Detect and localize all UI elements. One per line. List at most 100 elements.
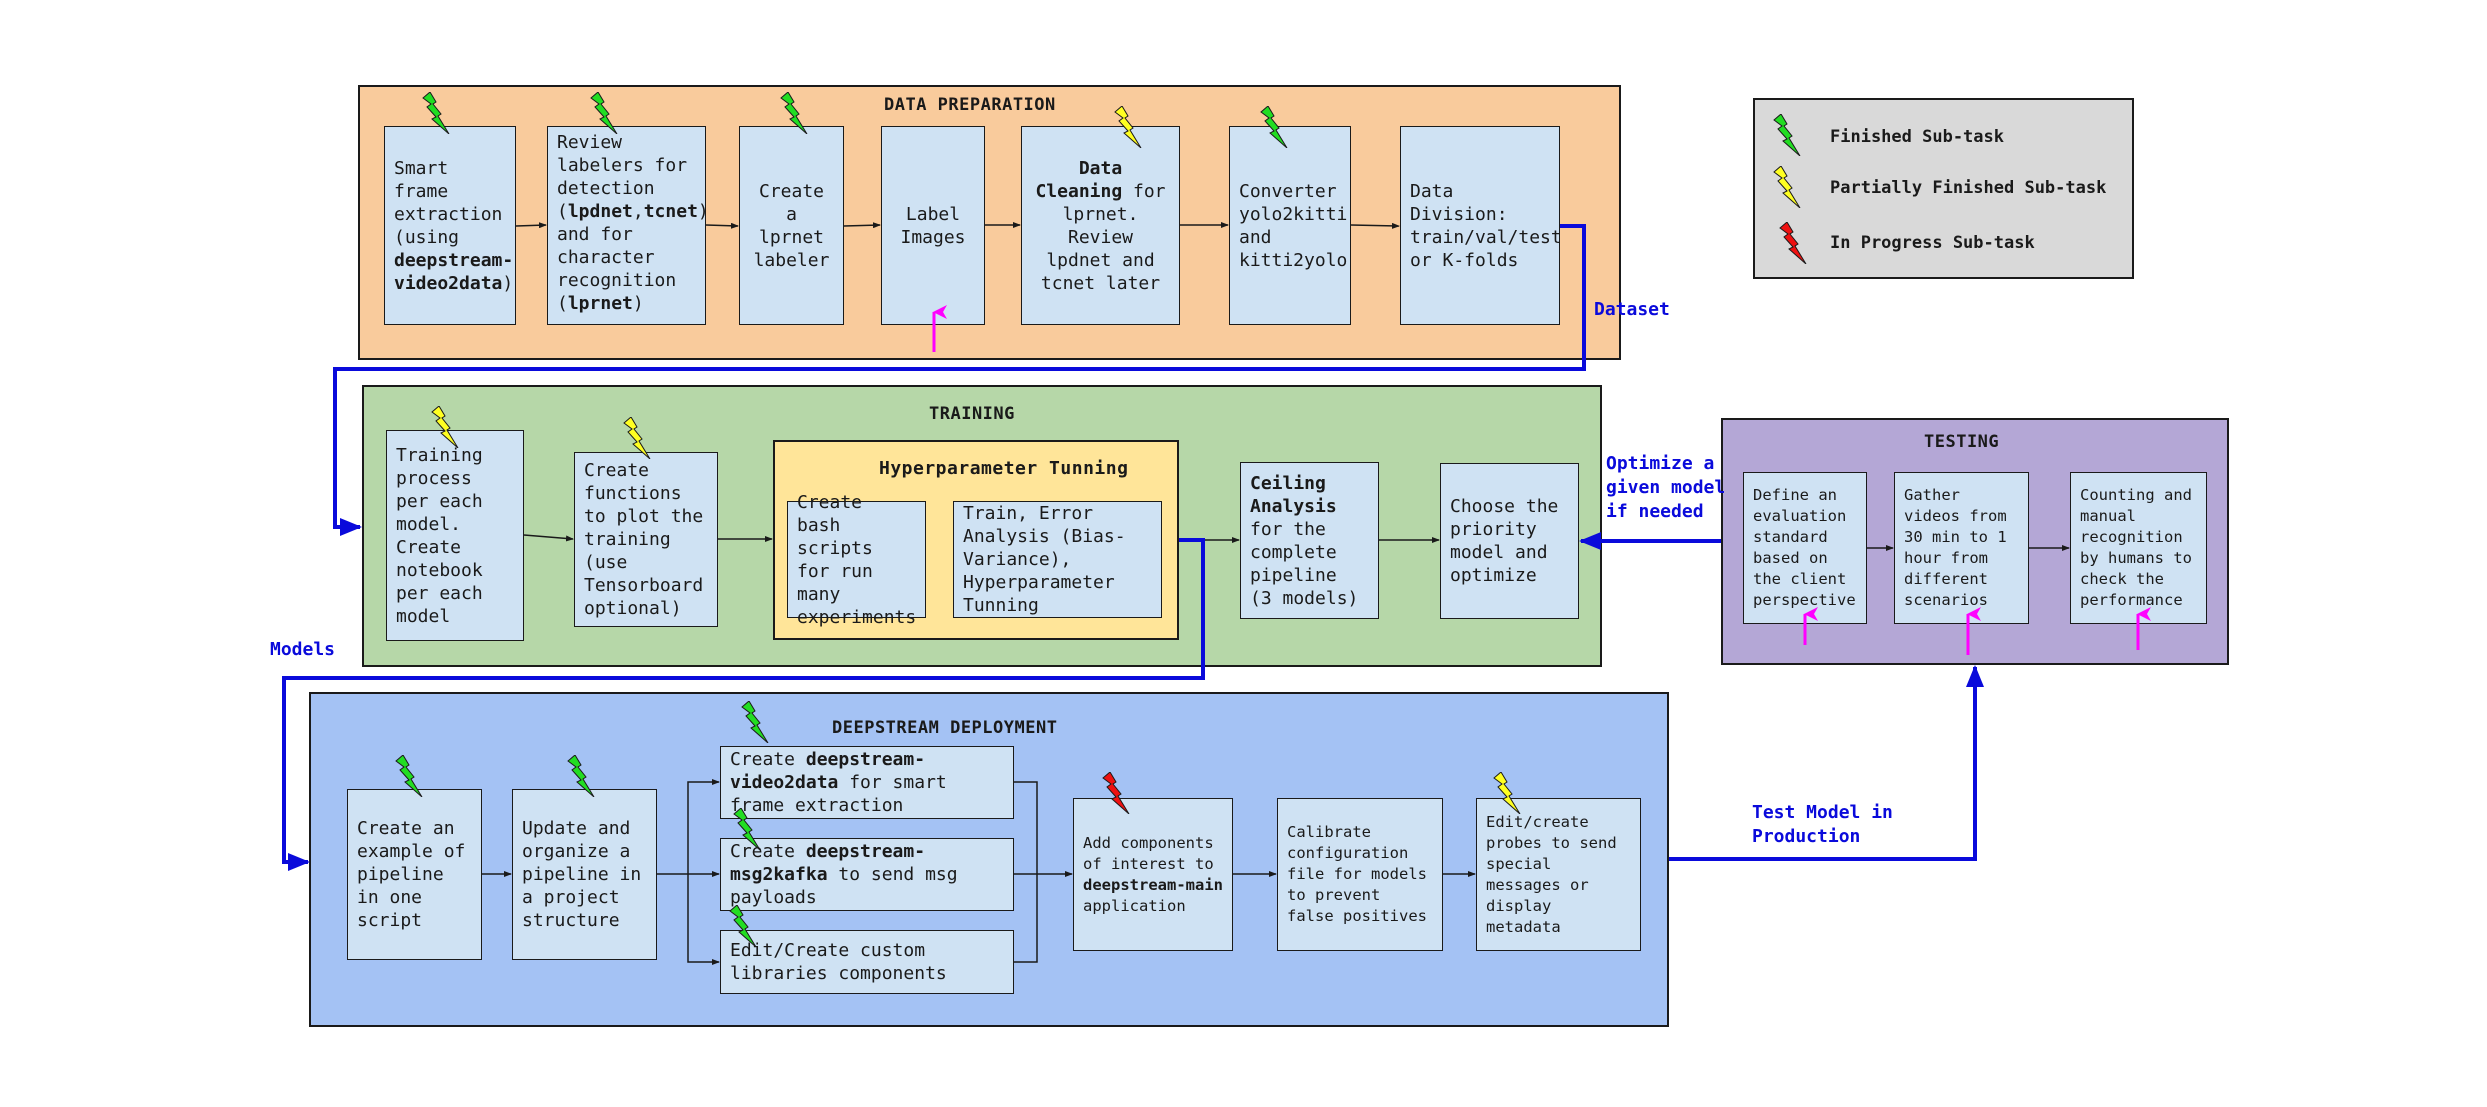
task-label-images[interactable]: Label Images [881,126,985,325]
task-plot-functions[interactable]: Create functions to plot the training (u… [574,452,718,627]
task-train-error-analysis[interactable]: Train, Error Analysis (Bias-Variance), H… [953,501,1162,618]
task-video2data[interactable]: Create deepstream-video2data for smart f… [720,746,1014,819]
red-lightning-icon [1101,771,1131,815]
task-text: Smart frame extraction (using deepstream… [394,157,513,295]
green-lightning-icon [779,91,809,135]
task-text: Create deepstream-video2data for smart f… [730,748,1004,817]
task-bash-scripts[interactable]: Create bash scripts for run many experim… [787,492,926,628]
task-text: Define an evaluation standard based on t… [1753,485,1857,611]
task-text-part: Create a lprnet labeler [753,180,830,271]
green-lightning-icon [566,754,596,798]
yellow-lightning-icon [622,416,652,460]
task-text-bold: deepstream-video2data [394,249,514,294]
task-text: Create an example of pipeline in one scr… [357,817,472,932]
task-calibrate-config[interactable]: Calibrate configuration file for models … [1277,798,1443,951]
legend-item-in-progress: In Progress Sub-task [1830,233,2035,253]
task-text: Calibrate configuration file for models … [1287,822,1433,927]
task-text-part: Training process per each model. Create … [396,444,483,627]
task-text: Update and organize a pipeline in a proj… [522,817,647,932]
task-review-labelers[interactable]: Review labelers for detection (lpdnet,tc… [547,126,709,325]
flow-label-models: Models [270,639,336,660]
task-text-bold: deepstream-main [1083,875,1223,894]
flow-label-test-production: Test Model in Production [1752,802,1893,847]
task-edit-probes[interactable]: Edit/create probes to send special messa… [1476,798,1641,951]
task-text-part: Add components of interest to [1083,833,1214,873]
task-text: Label Images [891,203,975,249]
task-text: Choose the priority model and optimize [1450,495,1569,587]
task-text-part: Edit/Create custom libraries components [730,940,947,984]
task-organize-pipeline[interactable]: Update and organize a pipeline in a proj… [512,789,657,960]
green-lightning-icon [732,807,762,851]
testing-title: TESTING [1924,432,2000,452]
task-text-part: ) [632,293,644,314]
task-evaluation-standard[interactable]: Define an evaluation standard based on t… [1743,472,1867,624]
green-lightning-icon [421,91,451,135]
task-text-part: Smart frame extraction (using [394,157,503,248]
task-text-part: Gather videos from 30 min to 1 hour from… [1904,486,2007,609]
yellow-lightning-icon [1113,105,1143,149]
task-text-bold: lprnet [567,293,633,314]
legend-item-partial: Partially Finished Sub-task [1830,178,2107,198]
task-text-part: application [1083,896,1186,915]
task-text-part: Label Images [900,203,966,248]
green-lightning-icon [728,904,758,948]
data-preparation-title: DATA PREPARATION [884,95,1056,115]
task-text: Create functions to plot the training (u… [584,459,708,620]
task-text: Data Cleaning for lprnet. Review lpdnet … [1031,157,1170,295]
task-text-bold: tcnet [643,201,698,222]
task-msg2kafka[interactable]: Create deepstream-msg2kafka to send msg … [720,838,1014,911]
task-gather-videos[interactable]: Gather videos from 30 min to 1 hour from… [1894,472,2029,624]
flow-label-dataset: Dataset [1594,299,1670,320]
task-text: Train, Error Analysis (Bias-Variance), H… [963,502,1152,617]
task-text-bold: Data Cleaning [1035,157,1123,202]
task-text: Review labelers for detection (lpdnet,tc… [557,131,709,315]
task-text-part: Train, Error Analysis (Bias-Variance), H… [963,503,1126,616]
task-text-part: Create functions to plot the training (u… [584,460,704,619]
legend-item-finished: Finished Sub-task [1830,127,2004,147]
hyperparameter-tuning-title: Hyperparameter Tunning [879,458,1129,479]
task-text-part: Create an example of pipeline in one scr… [357,818,466,931]
task-text: Edit/create probes to send special messa… [1486,812,1631,938]
task-smart-frame[interactable]: Smart frame extraction (using deepstream… [384,126,516,325]
task-text-part: Define an evaluation standard based on t… [1753,486,1856,609]
task-text-part: ) [502,272,514,294]
task-text: Create deepstream-msg2kafka to send msg … [730,840,1004,909]
task-data-division[interactable]: Data Division: train/val/test or K-folds [1400,126,1562,325]
flow-label-optimize: Optimize a given model if needed [1606,453,1726,522]
task-text: Create bash scripts for run many experim… [797,491,916,629]
task-training-process[interactable]: Training process per each model. Create … [386,430,524,641]
task-text-part: for the complete pipeline (3 models) [1250,518,1359,609]
task-example-pipeline[interactable]: Create an example of pipeline in one scr… [347,789,482,960]
training-title: TRAINING [929,404,1015,424]
red-lightning-icon [1778,221,1808,265]
task-add-components[interactable]: Add components of interest to deepstream… [1073,798,1233,951]
task-ceiling-analysis[interactable]: Ceiling Analysis for the complete pipeli… [1240,462,1379,619]
task-text: Create a lprnet labeler [749,180,834,272]
task-text: Ceiling Analysis for the complete pipeli… [1250,472,1369,610]
task-text-part: , [632,201,644,222]
task-text-part: Converter yolo2kitti and kitti2yolo [1239,180,1348,271]
green-lightning-icon [589,91,619,135]
green-lightning-icon [1259,105,1289,149]
task-text: Training process per each model. Create … [396,444,514,628]
task-text: Add components of interest to deepstream… [1083,833,1223,917]
task-text-part: Create bash scripts for run many experim… [797,491,917,628]
task-text-part: Counting and manual recognition by human… [2080,486,2192,609]
task-custom-libraries[interactable]: Edit/Create custom libraries components [720,930,1014,994]
task-converter[interactable]: Converter yolo2kitti and kitti2yolo [1229,126,1351,325]
task-text: Gather videos from 30 min to 1 hour from… [1904,485,2019,611]
task-manual-recognition[interactable]: Counting and manual recognition by human… [2070,472,2207,624]
task-text-part: Data Division: train/val/test or K-folds [1410,180,1562,271]
task-data-cleaning[interactable]: Data Cleaning for lprnet. Review lpdnet … [1021,126,1180,325]
task-text-part: Update and organize a pipeline in a proj… [522,818,642,931]
green-lightning-icon [394,754,424,798]
green-lightning-icon [1772,113,1802,157]
task-text-part: Create [730,749,806,770]
yellow-lightning-icon [1492,771,1522,815]
task-text-part: Edit/create probes to send special messa… [1486,812,1617,936]
task-choose-priority[interactable]: Choose the priority model and optimize [1440,463,1579,619]
yellow-lightning-icon [430,405,460,449]
task-text-part: Choose the priority model and optimize [1450,496,1559,586]
task-lprnet-labeler[interactable]: Create a lprnet labeler [739,126,844,325]
task-text-part: Calibrate configuration file for models … [1287,823,1427,925]
